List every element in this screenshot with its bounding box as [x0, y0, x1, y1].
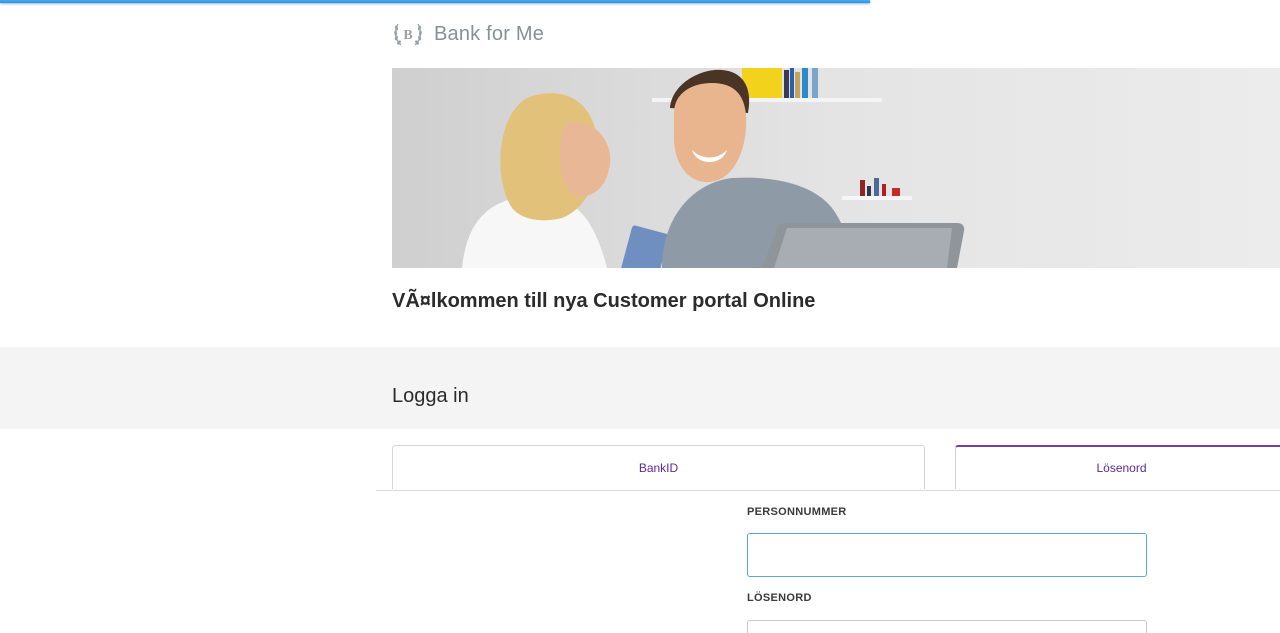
laurel-wreath-icon: B: [394, 23, 422, 46]
login-title: Logga in: [392, 385, 469, 407]
tab-bankid-label: BankID: [638, 460, 679, 475]
brand-name: Bank for Me: [434, 22, 545, 45]
password-input[interactable]: [747, 620, 1147, 633]
tab-password[interactable]: Lösenord: [955, 445, 1280, 489]
personnummer-input[interactable]: [747, 533, 1147, 577]
emblem-letter: B: [403, 28, 412, 43]
page-load-progress-bar: [0, 0, 871, 3]
tab-password-label: Lösenord: [1096, 461, 1147, 475]
couple-with-laptop-and-card-photo: [392, 68, 1280, 268]
welcome-heading: VÃ¤lkommen till nya Customer portal Onli…: [392, 290, 816, 312]
hero-image: [392, 68, 1280, 268]
bank-logo[interactable]: B Bank for Me: [392, 18, 544, 50]
tab-divider: [376, 490, 1280, 491]
tab-bankid[interactable]: BankID: [392, 445, 925, 489]
password-label: LÖSENORD: [747, 592, 812, 604]
login-header-band: [0, 347, 1280, 429]
personnummer-label: PERSONNUMMER: [747, 506, 847, 518]
